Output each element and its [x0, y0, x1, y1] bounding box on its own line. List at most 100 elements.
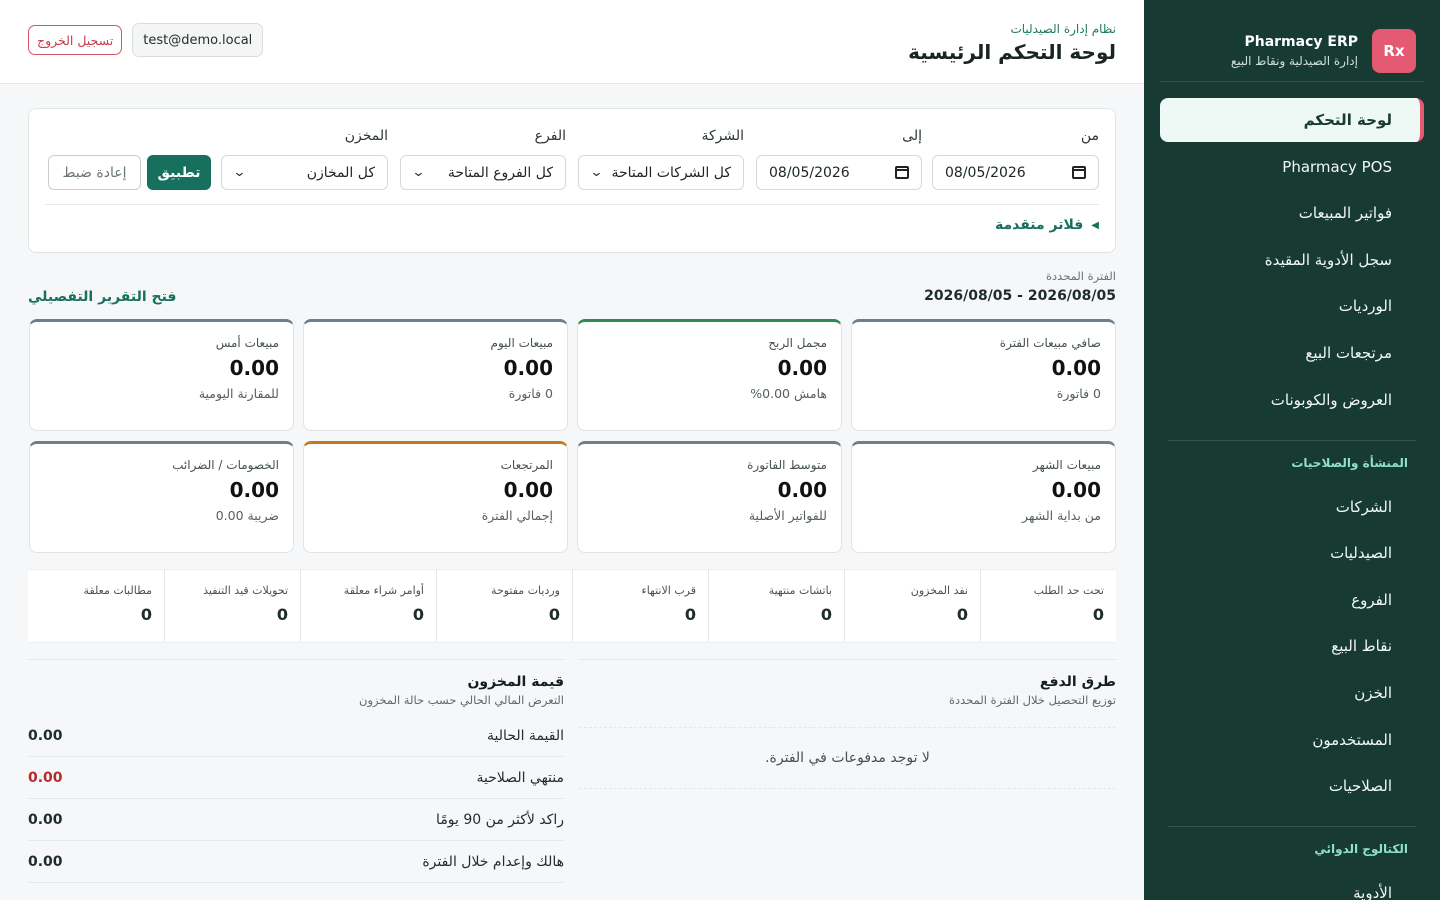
advanced-filters-toggle[interactable]: ◀ فلاتر متقدمة	[995, 217, 1099, 233]
kpi-cards: صافي مبيعات الفترة 0.00 0 فاتورة مجمل ال…	[28, 319, 1116, 553]
kpi-card-today-sales: مبيعات اليوم 0.00 0 فاتورة	[303, 319, 568, 431]
inventory-row-value: 0.00	[28, 769, 63, 786]
kpi-card-net-sales: صافي مبيعات الفترة 0.00 0 فاتورة	[851, 319, 1116, 431]
brand-title: Pharmacy ERP	[1244, 33, 1358, 50]
top-header: نظام إدارة الصيدليات لوحة التحكم الرئيسي…	[0, 0, 1144, 84]
open-report-link[interactable]: فتح التقرير التفصيلي	[28, 289, 176, 305]
sidebar-item-sales-returns[interactable]: مرتجعات البيع	[1160, 331, 1424, 375]
stat-below-reorder[interactable]: تحت حد الطلب 0	[980, 570, 1116, 642]
inventory-row-value: 0.00	[28, 853, 63, 870]
kpi-card-discounts-taxes: الخصومات / الضرائب 0.00 ضريبة 0.00	[29, 441, 294, 553]
stat-value: 0	[820, 605, 832, 624]
kpi-sub: إجمالي الفترة	[481, 508, 553, 523]
calendar-icon[interactable]	[1072, 166, 1086, 179]
kpi-value: 0.00	[229, 356, 279, 380]
sidebar-item-companies[interactable]: الشركات	[1160, 485, 1424, 529]
stat-expired-batches[interactable]: باتشات منتهية 0	[708, 570, 844, 642]
sidebar-item-cashboxes[interactable]: الخزن	[1160, 671, 1424, 715]
kpi-card-avg-invoice: متوسط الفاتورة 0.00 للفواتير الأصلية	[577, 441, 842, 553]
sidebar-item-users[interactable]: المستخدمون	[1160, 718, 1424, 762]
header-kicker: نظام إدارة الصيدليات	[1010, 22, 1116, 36]
company-label: الشركة	[701, 128, 744, 144]
user-email-chip[interactable]: test@demo.local	[132, 23, 264, 57]
payments-title: طرق الدفع	[1039, 674, 1116, 690]
main-content: من 08/05/2026 إلى 08/05/2026 الشركة كل ا…	[28, 84, 1116, 899]
inventory-title: قيمة المخزون	[467, 674, 564, 690]
advanced-filters-label: فلاتر متقدمة	[994, 217, 1084, 233]
caret-left-icon: ◀	[1091, 219, 1099, 231]
stat-label: قرب الانتهاء	[641, 584, 696, 597]
sidebar-item-pharmacies[interactable]: الصيدليات	[1160, 531, 1424, 575]
stat-value: 0	[276, 605, 288, 624]
to-date-field[interactable]: 08/05/2026	[756, 155, 922, 190]
sidebar-item-permissions[interactable]: الصلاحيات	[1160, 764, 1424, 808]
brand-logo: Rx	[1372, 28, 1416, 73]
stat-value: 0	[548, 605, 560, 624]
kpi-card-month-sales: مبيعات الشهر 0.00 من بداية الشهر	[851, 441, 1116, 553]
chevron-down-icon: ⌄	[589, 165, 604, 180]
kpi-label: مجمل الربح	[768, 336, 827, 350]
sidebar-item-pos-points[interactable]: نقاط البيع	[1160, 624, 1424, 668]
sidebar-item-shifts[interactable]: الورديات	[1160, 284, 1424, 328]
stat-label: تحت حد الطلب	[1033, 584, 1104, 597]
sidebar: Rx Pharmacy ERP إدارة الصيدلية ونقاط الب…	[1144, 0, 1440, 900]
stat-label: ورديات مفتوحة	[491, 584, 560, 597]
kpi-sub: 0 فاتورة	[508, 386, 553, 401]
stat-transfers-in-progress[interactable]: تحويلات قيد التنفيذ 0	[164, 570, 300, 642]
sidebar-nav: لوحة التحكم Pharmacy POS فواتير المبيعات…	[1144, 98, 1440, 900]
inventory-row: القيمة الحالية 0.00	[28, 715, 564, 757]
stat-value: 0	[1092, 605, 1104, 624]
sidebar-item-medicines[interactable]: الأدوية	[1160, 871, 1424, 900]
kpi-value: 0.00	[1051, 356, 1101, 380]
stat-near-expiry[interactable]: قرب الانتهاء 0	[572, 570, 708, 642]
calendar-icon[interactable]	[895, 166, 909, 179]
kpi-label: المرتجعات	[500, 458, 553, 472]
company-select[interactable]: كل الشركات المتاحة ⌄	[578, 155, 744, 190]
sidebar-section-organization: المنشأة والصلاحيات	[1291, 455, 1408, 470]
chevron-down-icon: ⌄	[411, 165, 426, 180]
reset-button[interactable]: إعادة ضبط	[48, 155, 141, 190]
kpi-sub: من بداية الشهر	[1022, 508, 1101, 523]
stat-pending-purchase-orders[interactable]: أوامر شراء معلقة 0	[300, 570, 436, 642]
kpi-value: 0.00	[229, 478, 279, 502]
kpi-value: 0.00	[503, 356, 553, 380]
kpi-label: صافي مبيعات الفترة	[999, 336, 1101, 350]
inventory-row-label: منتهي الصلاحية	[476, 769, 564, 786]
kpi-value: 0.00	[777, 478, 827, 502]
stat-label: أوامر شراء معلقة	[343, 584, 424, 597]
inventory-row-label: القيمة الحالية	[487, 727, 564, 744]
kpi-value: 0.00	[503, 478, 553, 502]
filters-panel: من 08/05/2026 إلى 08/05/2026 الشركة كل ا…	[28, 108, 1116, 253]
stat-out-of-stock[interactable]: نفد المخزون 0	[844, 570, 980, 642]
to-date-value: 08/05/2026	[769, 164, 850, 181]
kpi-card-returns: المرتجعات 0.00 إجمالي الفترة	[303, 441, 568, 553]
logout-button[interactable]: تسجيل الخروج	[28, 25, 123, 55]
stat-pending-claims[interactable]: مطالبات معلقة 0	[28, 570, 164, 642]
filters-divider	[45, 204, 1099, 205]
stats-strip: تحت حد الطلب 0 نفد المخزون 0 باتشات منته…	[28, 569, 1116, 643]
kpi-card-gross-profit: مجمل الربح 0.00 هامش 0.00%	[577, 319, 842, 431]
stat-label: مطالبات معلقة	[83, 584, 152, 597]
branch-select-value: كل الفروع المتاحة	[447, 164, 553, 181]
payments-subtitle: توزيع التحصيل خلال الفترة المحددة	[948, 693, 1116, 707]
branch-label: الفرع	[534, 128, 566, 144]
brand-subtitle: إدارة الصيدلية ونقاط البيع	[1230, 53, 1358, 68]
to-label: إلى	[902, 128, 922, 144]
stat-open-shifts[interactable]: ورديات مفتوحة 0	[436, 570, 572, 642]
stat-value: 0	[684, 605, 696, 624]
from-date-field[interactable]: 08/05/2026	[932, 155, 1099, 190]
branch-select[interactable]: كل الفروع المتاحة ⌄	[400, 155, 566, 190]
sidebar-item-pos[interactable]: Pharmacy POS	[1160, 145, 1424, 189]
page-title: لوحة التحكم الرئيسية	[908, 40, 1116, 64]
inventory-row-label: هالك وإعدام خلال الفترة	[422, 853, 564, 870]
inventory-row: راكد لأكثر من 90 يومًا 0.00	[28, 799, 564, 841]
bottom-panels: طرق الدفع توزيع التحصيل خلال الفترة المح…	[28, 659, 1116, 899]
sidebar-item-offers-coupons[interactable]: العروض والكوبونات	[1160, 378, 1424, 422]
sidebar-item-branches[interactable]: الفروع	[1160, 578, 1424, 622]
sidebar-item-sales-invoices[interactable]: فواتير المبيعات	[1160, 191, 1424, 235]
sidebar-item-restricted-drugs[interactable]: سجل الأدوية المقيدة	[1160, 238, 1424, 282]
kpi-value: 0.00	[1051, 478, 1101, 502]
sidebar-item-dashboard[interactable]: لوحة التحكم	[1160, 98, 1424, 142]
apply-button[interactable]: تطبيق	[147, 155, 211, 190]
warehouse-select[interactable]: كل المخازن ⌄	[221, 155, 388, 190]
